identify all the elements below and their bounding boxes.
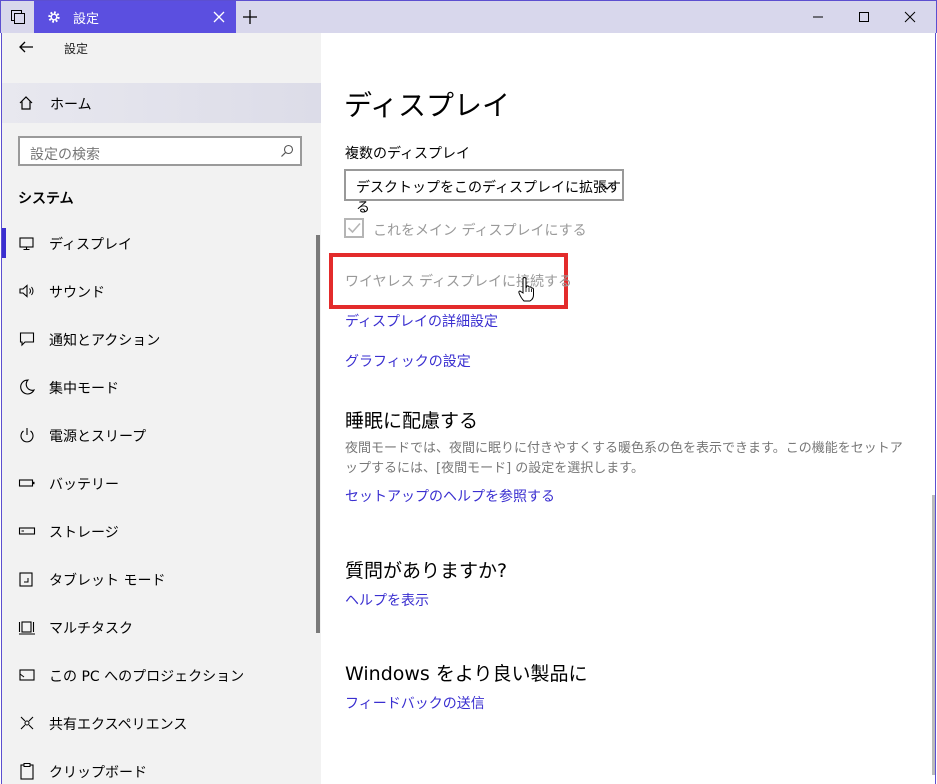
close-window-button[interactable]	[887, 1, 933, 33]
sidebar-item-label: この PC へのプロジェクション	[49, 669, 245, 685]
question-heading: 質問がありますか?	[345, 560, 508, 582]
close-icon	[904, 11, 916, 23]
sleep-heading: 睡眠に配慮する	[345, 410, 479, 432]
minimize-button[interactable]	[795, 1, 841, 33]
home-icon	[19, 96, 33, 110]
wireless-display-link[interactable]: ワイヤレス ディスプレイに接続する	[345, 271, 572, 291]
maximize-icon	[859, 12, 869, 22]
sidebar-item-home[interactable]: ホーム	[2, 83, 321, 123]
checkmark-icon	[347, 222, 361, 234]
share-icon	[20, 716, 34, 730]
tab-title: 設定	[73, 11, 100, 27]
search-placeholder: 設定の検索	[30, 147, 100, 163]
sidebar-scrollbar[interactable]	[316, 235, 320, 633]
main-content: ディスプレイ 複数のディスプレイ デスクトップをこのディスプレイに拡張する これ…	[321, 33, 936, 784]
battery-icon	[18, 479, 35, 487]
help-link[interactable]: ヘルプを表示	[345, 590, 429, 610]
projection-icon	[19, 669, 35, 681]
sidebar-item-clipboard[interactable]: クリップボード	[2, 749, 321, 784]
advanced-display-link[interactable]: ディスプレイの詳細設定	[345, 311, 498, 331]
sidebar-item-notifications[interactable]: 通知とアクション	[2, 317, 321, 361]
tablet-icon	[19, 572, 33, 587]
task-view-icon[interactable]	[1, 1, 34, 33]
sidebar-item-label: タブレット モード	[49, 573, 166, 589]
graphics-settings-link[interactable]: グラフィックの設定	[345, 351, 471, 371]
section-heading: システム	[18, 191, 74, 207]
gear-icon	[48, 11, 60, 23]
sidebar-item-label: 共有エクスペリエンス	[49, 717, 188, 733]
sidebar-item-multitask[interactable]: マルチタスク	[2, 605, 321, 649]
sidebar-item-label: ストレージ	[49, 525, 119, 541]
sidebar-item-power[interactable]: 電源とスリープ	[2, 413, 321, 457]
hand-cursor-icon	[518, 277, 534, 302]
sidebar-item-label: サウンド	[49, 285, 105, 301]
setup-help-link[interactable]: セットアップのヘルプを参照する	[345, 486, 555, 506]
back-arrow-icon[interactable]	[18, 39, 34, 55]
new-tab-icon[interactable]	[242, 9, 258, 25]
sidebar-item-storage[interactable]: ストレージ	[2, 509, 321, 553]
minimize-icon	[813, 16, 823, 18]
sidebar-item-label: クリップボード	[49, 765, 147, 781]
storage-icon	[18, 527, 36, 535]
multi-display-label: 複数のディスプレイ	[345, 146, 471, 162]
feedback-link[interactable]: フィードバックの送信	[345, 693, 485, 713]
feedback-heading: Windows をより良い製品に	[345, 663, 588, 685]
sidebar-item-label: 電源とスリープ	[49, 429, 147, 445]
sidebar-item-label: ディスプレイ	[49, 237, 133, 253]
sidebar-item-label: 通知とアクション	[49, 333, 161, 349]
title-bar: 設定	[0, 0, 937, 33]
sidebar-item-battery[interactable]: バッテリー	[2, 461, 321, 505]
moon-icon	[20, 379, 36, 395]
monitor-icon	[19, 237, 34, 251]
maximize-button[interactable]	[841, 1, 887, 33]
sidebar-item-label: バッテリー	[49, 477, 119, 493]
main-display-checkbox[interactable]	[344, 218, 364, 238]
main-display-label: これをメイン ディスプレイにする	[373, 223, 587, 239]
main-scrollbar[interactable]	[932, 495, 935, 775]
sleep-description: 夜間モードでは、夜間に眠りに付きやすくする暖色系の色を表示できます。この機能をセ…	[345, 441, 903, 476]
page-title: ディスプレイ	[344, 89, 511, 122]
search-input[interactable]: 設定の検索	[18, 136, 302, 166]
multitask-icon	[18, 621, 35, 635]
notification-icon	[19, 332, 35, 347]
power-icon	[20, 428, 34, 443]
sidebar-item-sound[interactable]: サウンド	[2, 269, 321, 313]
sidebar-item-label: ホーム	[50, 97, 92, 113]
sidebar: 設定 ホーム 設定の検索 システム ディスプレイ サウンド 通知とアクション 集…	[1, 33, 321, 784]
active-indicator	[2, 228, 6, 258]
search-icon	[281, 144, 294, 157]
sidebar-item-projection[interactable]: この PC へのプロジェクション	[2, 653, 321, 697]
sidebar-item-focus[interactable]: 集中モード	[2, 365, 321, 409]
dropdown-value: デスクトップをこのディスプレイに拡張する	[356, 180, 622, 216]
close-icon[interactable]	[212, 10, 226, 24]
tab-settings[interactable]: 設定	[34, 1, 236, 33]
sidebar-item-display[interactable]: ディスプレイ	[2, 221, 321, 265]
sidebar-title: 設定	[64, 42, 89, 56]
sidebar-item-label: 集中モード	[49, 381, 119, 397]
chevron-down-icon	[601, 183, 613, 190]
speaker-icon	[19, 284, 34, 298]
clipboard-icon	[20, 763, 34, 780]
sidebar-header: 設定	[2, 33, 321, 79]
sidebar-item-tablet[interactable]: タブレット モード	[2, 557, 321, 601]
sidebar-item-label: マルチタスク	[49, 621, 133, 637]
multi-display-dropdown[interactable]: デスクトップをこのディスプレイに拡張する	[344, 169, 624, 216]
sidebar-item-shared-experiences[interactable]: 共有エクスペリエンス	[2, 701, 321, 745]
